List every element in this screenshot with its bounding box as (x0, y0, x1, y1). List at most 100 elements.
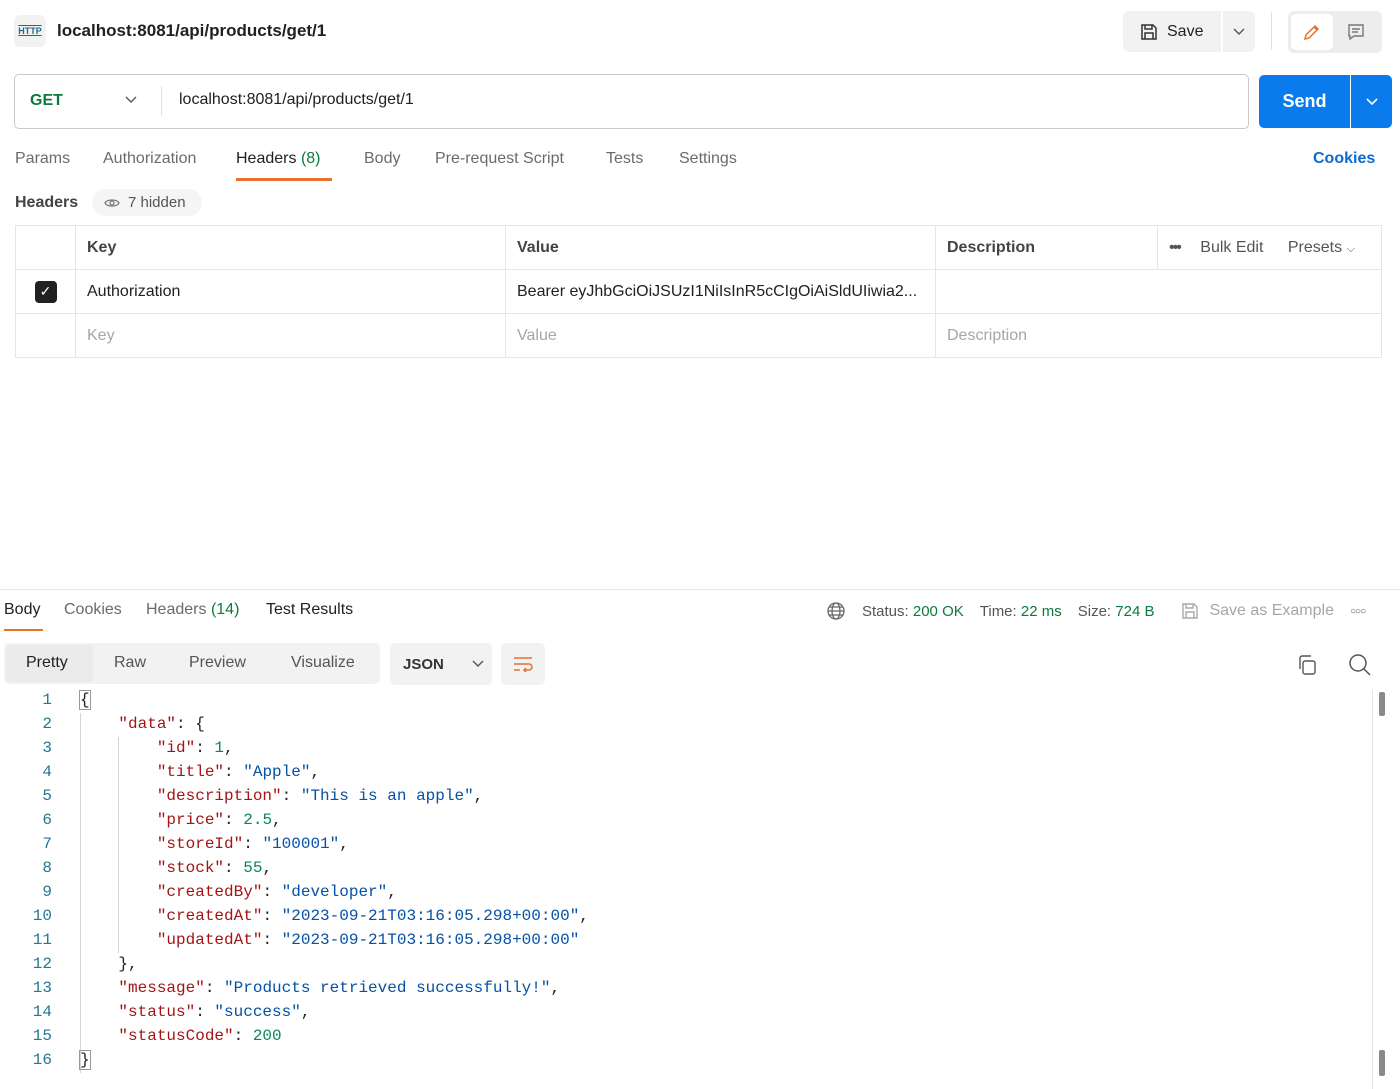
tab-count: (8) (300, 150, 321, 167)
hidden-headers-toggle[interactable]: 7 hidden (92, 189, 202, 216)
json-key: "statusCode" (118, 1027, 234, 1045)
wrap-icon (514, 657, 533, 673)
copy-icon[interactable] (1296, 654, 1318, 676)
json-string: "2023-09-21T03:16:05.298+00:00" (281, 931, 580, 949)
json-punct (80, 1027, 118, 1045)
row-checkbox-cell: ✓ (15, 269, 76, 314)
header-value[interactable]: Bearer eyJhbGciOiJSUzI1NiIsInR5cCIgOiAiS… (505, 269, 936, 314)
tab-label: Headers (236, 150, 297, 167)
json-punct: : (262, 931, 282, 949)
json-punct: } (79, 1050, 91, 1070)
json-punct: , (224, 739, 234, 757)
header-description[interactable] (935, 269, 1382, 314)
checkbox-column (15, 225, 76, 270)
line-number: 13 (32, 979, 52, 997)
line-number: 7 (42, 835, 52, 853)
json-punct (80, 883, 157, 901)
json-punct: : (224, 811, 244, 829)
chevron-down-icon: ⌵ (1346, 242, 1355, 255)
tab-pre-request-script[interactable]: Pre-request Script (435, 150, 564, 168)
json-key: "storeId" (156, 835, 244, 853)
headers-label: Headers (15, 194, 79, 211)
response-meta: Status: 200 OK Time: 22 ms Size: 724 B S… (826, 601, 1366, 621)
tab-authorization[interactable]: Authorization (103, 150, 196, 168)
json-punct (80, 1003, 118, 1021)
json-key: "title" (156, 763, 225, 781)
globe-icon[interactable] (826, 601, 846, 621)
code-line: "status": "success", (80, 1003, 310, 1021)
comments-button[interactable] (1335, 14, 1377, 50)
scrollbar-thumb[interactable] (1379, 1050, 1385, 1076)
cookies-link[interactable]: Cookies (1313, 150, 1375, 168)
code-line: "storeId": "100001", (80, 835, 349, 853)
table-row: ✓ Authorization Bearer eyJhbGciOiJSUzI1N… (15, 269, 1382, 314)
line-number: 15 (32, 1027, 52, 1045)
code-line: "message": "Products retrieved successfu… (80, 979, 560, 997)
checkbox-checked[interactable]: ✓ (34, 280, 57, 303)
time[interactable]: Time: 22 ms (980, 603, 1062, 620)
view-raw[interactable]: Raw (114, 654, 146, 672)
more-icon[interactable]: ○○○ (1350, 606, 1366, 617)
json-punct: : { (176, 715, 205, 733)
value-input[interactable]: Value (505, 313, 936, 358)
response-tab-cookies[interactable]: Cookies (64, 601, 122, 619)
save-icon (1182, 603, 1199, 619)
save-button[interactable]: Save (1123, 11, 1221, 52)
response-tab-body[interactable]: Body (4, 601, 40, 619)
tab-tests[interactable]: Tests (606, 150, 643, 168)
json-punct (80, 835, 157, 853)
json-punct: : (262, 907, 282, 925)
description-input[interactable]: Description (935, 313, 1382, 358)
save-as-example-button[interactable]: Save as Example (1180, 601, 1334, 621)
chevron-down-icon[interactable] (124, 92, 138, 110)
send-options-button[interactable] (1351, 75, 1392, 128)
response-tab-test-results[interactable]: Test Results (266, 601, 353, 619)
header-key[interactable]: Authorization (75, 269, 506, 314)
response-divider[interactable] (0, 589, 1400, 590)
json-punct: : (224, 859, 244, 877)
json-punct (80, 739, 157, 757)
json-punct: , (310, 763, 321, 781)
response-tab-headers[interactable]: Headers (14) (146, 601, 239, 619)
json-punct: : (224, 763, 244, 781)
json-number: 2.5 (243, 811, 273, 829)
tab-params[interactable]: Params (15, 150, 70, 168)
json-punct: : (281, 787, 301, 805)
method-select[interactable]: GET (30, 92, 63, 110)
json-punct: : (243, 835, 263, 853)
status[interactable]: Status: 200 OK (862, 603, 964, 620)
save-options-button[interactable] (1223, 11, 1255, 52)
json-punct (80, 787, 157, 805)
json-punct (80, 811, 157, 829)
presets-dropdown[interactable]: Presets ⌵ (1288, 239, 1355, 256)
view-preview[interactable]: Preview (189, 654, 246, 672)
scrollbar-track[interactable] (1372, 690, 1373, 1089)
format-select[interactable]: JSON (390, 643, 492, 685)
json-key: "price" (156, 811, 225, 829)
request-title[interactable]: localhost:8081/api/products/get/1 (57, 21, 326, 41)
code-line: "statusCode": 200 (80, 1027, 281, 1045)
scrollbar-thumb[interactable] (1379, 692, 1385, 716)
code-line: "title": "Apple", (80, 763, 320, 781)
tab-headers[interactable]: Headers (8) (236, 150, 321, 168)
size[interactable]: Size: 724 B (1078, 603, 1155, 620)
search-icon[interactable] (1348, 653, 1372, 677)
send-button[interactable]: Send (1259, 75, 1350, 128)
more-icon[interactable]: ••• (1169, 239, 1182, 256)
table-row-empty: Key Value Description (15, 313, 1382, 358)
tab-settings[interactable]: Settings (679, 150, 737, 168)
presets-label: Presets (1287, 238, 1343, 256)
save-as-example-label: Save as Example (1209, 602, 1334, 619)
tab-body[interactable]: Body (364, 150, 400, 168)
wrap-lines-button[interactable] (501, 643, 545, 685)
bulk-edit-button[interactable]: Bulk Edit (1200, 239, 1263, 256)
json-key: "stock" (156, 859, 225, 877)
url-input[interactable] (179, 91, 1229, 109)
view-visualize[interactable]: Visualize (291, 654, 355, 672)
line-number: 3 (42, 739, 52, 757)
json-punct: , (272, 811, 282, 829)
json-key: "createdBy" (156, 883, 263, 901)
edit-mode-button[interactable] (1291, 14, 1333, 50)
view-pretty[interactable]: Pretty (26, 654, 68, 672)
key-input[interactable]: Key (75, 313, 506, 358)
